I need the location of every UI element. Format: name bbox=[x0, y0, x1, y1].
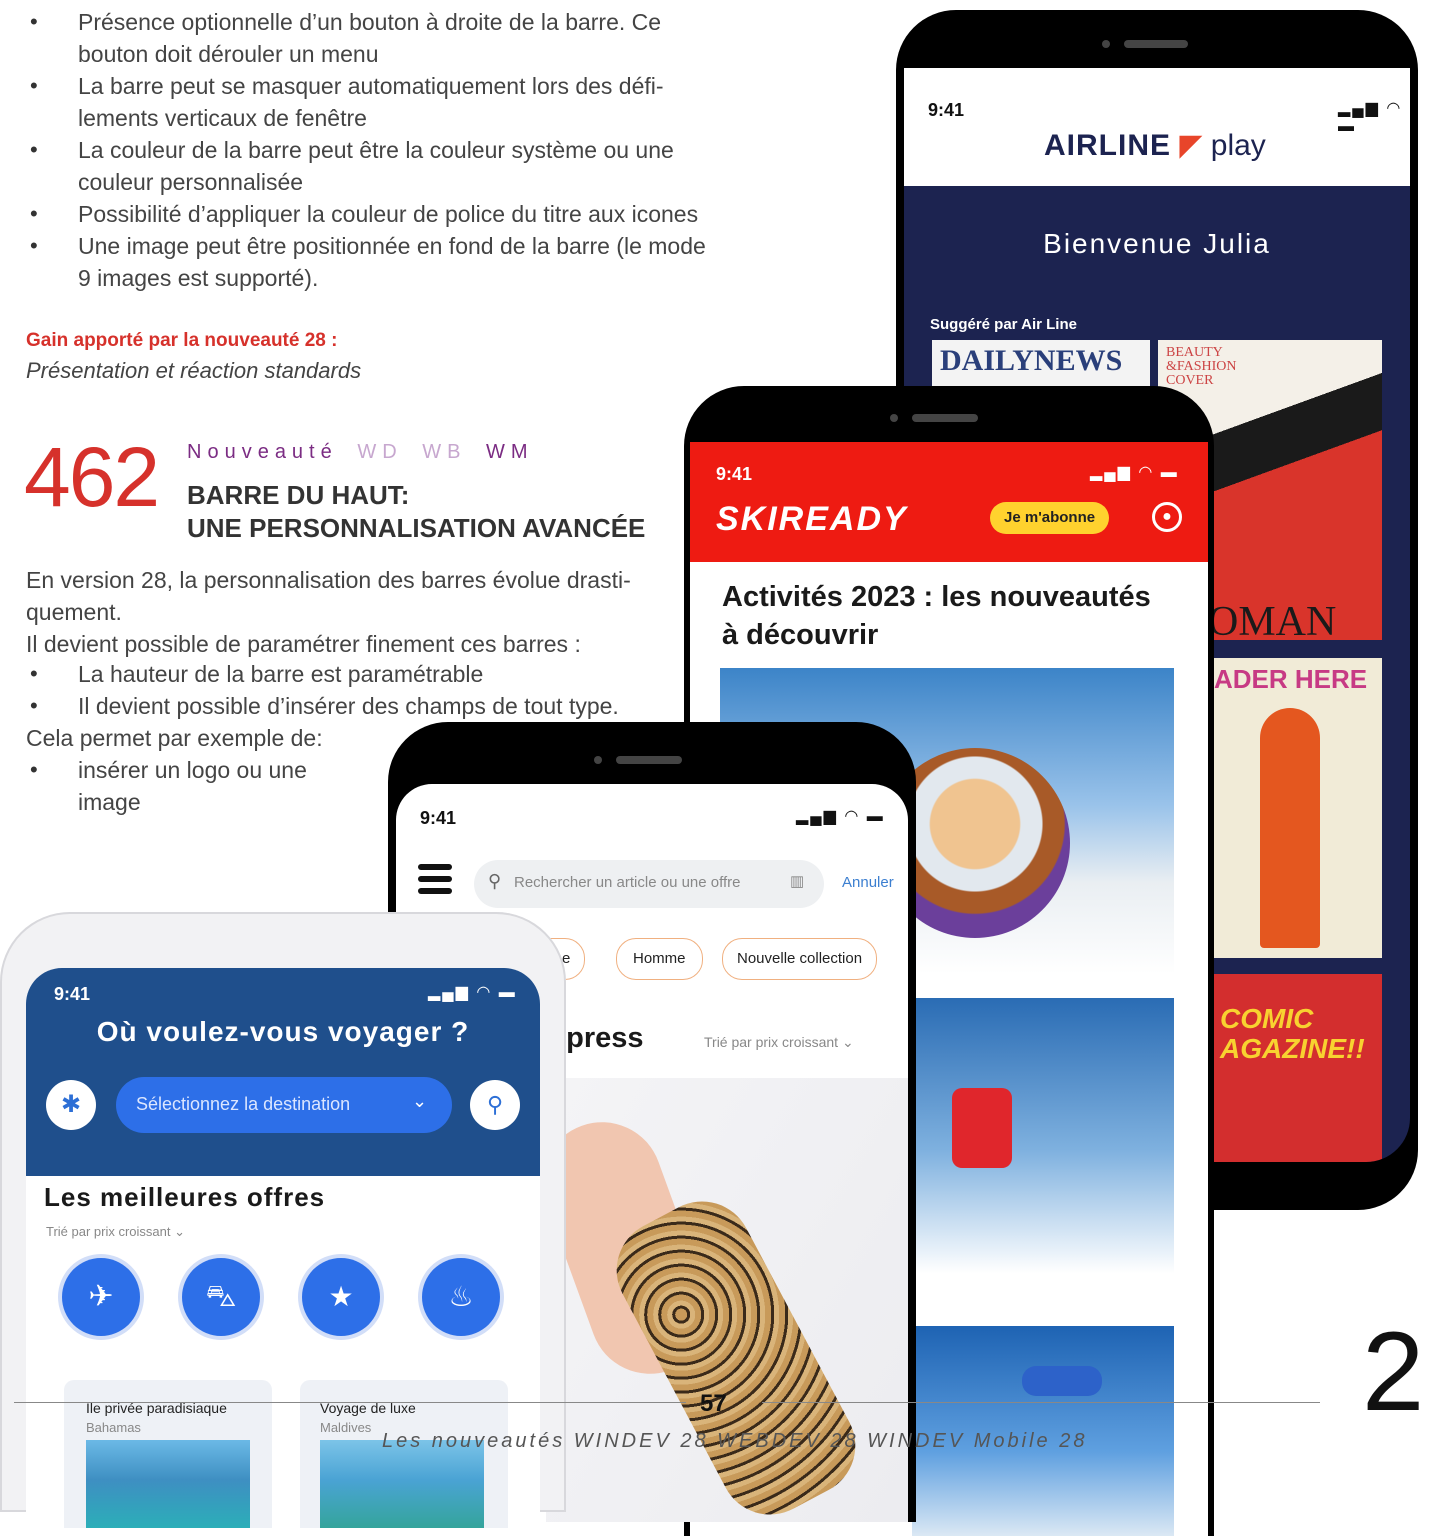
card-photo bbox=[86, 1440, 250, 1528]
mag-daily-title: DAILYNEWS bbox=[940, 344, 1123, 377]
offers-sort[interactable]: Trié par prix croissant ⌄ bbox=[46, 1224, 185, 1240]
chevron-down-icon: ⌄ bbox=[841, 1034, 854, 1050]
bullet-item: Présence optionnelle d’un bouton à droit… bbox=[30, 6, 710, 70]
compass-icon[interactable]: ✱ bbox=[46, 1080, 96, 1130]
last-bullet-list: insérer un logo ou une image bbox=[30, 754, 340, 818]
airline-header: 9:41 ▂▄▆ ◠ ▬ AIRLINE ◤ play bbox=[904, 68, 1410, 186]
footer-rule-left bbox=[14, 1402, 686, 1403]
ski-logo: SKIREADY bbox=[716, 500, 908, 538]
phone-travel: 9:41 ▂▄▆ ◠ ▬ Où voulez-vous voyager ? ✱ … bbox=[0, 912, 566, 1528]
travel-title: Où voulez-vous voyager ? bbox=[96, 1016, 470, 1047]
tag-wm: WM bbox=[485, 441, 534, 463]
mag-comic-title: COMIC AGAZINE!! bbox=[1220, 1003, 1365, 1064]
welcome-text: Bienvenue Julia bbox=[1043, 228, 1271, 259]
section-title-line2: UNE PERSONNALISATION AVANCÉE bbox=[187, 513, 646, 543]
magazine-comic[interactable]: COMIC AGAZINE!! bbox=[1210, 974, 1382, 1162]
search-placeholder: Rechercher un article ou une offre bbox=[514, 874, 741, 891]
search-icon[interactable]: ⚲ bbox=[470, 1080, 520, 1130]
card-subtitle: Maldives bbox=[320, 1420, 372, 1435]
sort-dropdown[interactable]: Trié par prix croissant ⌄ bbox=[704, 1034, 854, 1051]
tag-wd: WD bbox=[357, 441, 403, 463]
cancel-link[interactable]: Annuler bbox=[842, 874, 894, 891]
status-time: 9:41 bbox=[54, 984, 91, 1004]
mag-reader-title: ADER HERE bbox=[1214, 664, 1368, 694]
airline-brand-play: play bbox=[1210, 129, 1266, 162]
product-photo[interactable] bbox=[525, 1078, 908, 1522]
user-icon[interactable]: ● bbox=[1152, 502, 1182, 532]
chevron-down-icon: ⌄ bbox=[174, 1224, 186, 1239]
hotel-category-icon[interactable]: ★ bbox=[302, 1258, 380, 1336]
top-bullet-list: Présence optionnelle d’un bouton à droit… bbox=[30, 6, 710, 294]
mag-fashion-word: OMAN bbox=[1208, 599, 1337, 645]
mag-fashion-title: BEAUTY &FASHION COVER bbox=[1166, 345, 1237, 388]
gain-label: Gain apporté par la nouveauté 28 : bbox=[26, 330, 338, 351]
card-photo bbox=[320, 1440, 484, 1528]
intro-paragraph-2: Il devient possible de paramétrer fineme… bbox=[26, 631, 581, 657]
after-text: Cela permet par exemple de: bbox=[26, 725, 323, 751]
status-icons: ▂▄▆ ◠ ▬ bbox=[796, 808, 885, 825]
arrow-logo-icon: ◤ bbox=[1179, 129, 1203, 162]
bullet-item: La hauteur de la barre est paramétrable bbox=[30, 658, 680, 690]
ski-headline: Activités 2023 : les nouveautés à découv… bbox=[722, 581, 1151, 651]
chevron-down-icon: ⌄ bbox=[412, 1091, 428, 1111]
hamburger-menu-icon[interactable] bbox=[418, 864, 452, 898]
bullet-item: La barre peut se masquer automatiquement… bbox=[30, 70, 710, 134]
status-time: 9:41 bbox=[716, 464, 753, 484]
status-icons: ▂▄▆ ◠ ▬ bbox=[428, 984, 517, 1001]
footer-caption: Les nouveautés WINDEV 28 WEBDEV 28 WINDE… bbox=[382, 1430, 1088, 1452]
bullet-item: Possibilité d’appliquer la couleur de po… bbox=[30, 198, 710, 230]
magazine-reader[interactable]: ADER HERE bbox=[1210, 658, 1382, 958]
page-number: 57 bbox=[700, 1390, 727, 1417]
section-number: 462 bbox=[24, 430, 160, 524]
status-icons: ▂▄▆ ◠ ▬ bbox=[1338, 100, 1403, 135]
offers-title: Les meilleures offres bbox=[44, 1182, 326, 1212]
suggested-label: Suggéré par Air Line bbox=[930, 316, 1077, 333]
food-category-icon[interactable]: ♨ bbox=[422, 1258, 500, 1336]
card-subtitle: Bahamas bbox=[86, 1420, 141, 1435]
ski-photo-2[interactable] bbox=[912, 998, 1174, 1304]
destination-label: Sélectionnez la destination bbox=[136, 1094, 351, 1114]
section-kicker: Nouveauté WD WB WM bbox=[187, 441, 534, 464]
sort-label: Trié par prix croissant bbox=[46, 1224, 171, 1239]
ski-header: 9:41 ▂▄▆ ◠ ▬ SKIREADY Je m'abonne ● bbox=[690, 442, 1208, 562]
status-time: 9:41 bbox=[928, 100, 965, 120]
kicker-label: Nouveauté bbox=[187, 441, 338, 463]
subscribe-button[interactable]: Je m'abonne bbox=[990, 502, 1110, 534]
car-category-icon[interactable]: ⛍ bbox=[182, 1258, 260, 1336]
feature-bullet-list: La hauteur de la barre est paramétrable … bbox=[30, 658, 680, 722]
bullet-item: Une image peut être positionnée en fond … bbox=[30, 230, 710, 294]
sort-label: Trié par prix croissant bbox=[704, 1034, 839, 1050]
bullet-item: insérer un logo ou une image bbox=[30, 754, 340, 818]
search-icon: ⚲ bbox=[488, 871, 502, 891]
footer-rule-right bbox=[762, 1402, 1320, 1403]
chapter-number: 2 bbox=[1362, 1309, 1425, 1434]
destination-select[interactable]: Sélectionnez la destination ⌄ bbox=[116, 1077, 452, 1133]
bullet-item: La couleur de la barre peut être la coul… bbox=[30, 134, 710, 198]
status-time: 9:41 bbox=[420, 808, 457, 828]
status-icons: ▂▄▆ ◠ ▬ bbox=[1090, 464, 1179, 481]
flight-category-icon[interactable]: ✈ bbox=[62, 1258, 140, 1336]
airline-logo: AIRLINE ◤ play bbox=[1044, 128, 1266, 163]
barcode-icon[interactable]: ▥ bbox=[790, 872, 804, 890]
travel-header: 9:41 ▂▄▆ ◠ ▬ Où voulez-vous voyager ? ✱ … bbox=[26, 968, 540, 1176]
airline-brand: AIRLINE bbox=[1044, 129, 1171, 162]
gain-text: Présentation et réaction standards bbox=[26, 358, 362, 383]
search-input[interactable]: ⚲ Rechercher un article ou une offre ▥ bbox=[474, 860, 824, 908]
chip-nouvelle-collection[interactable]: Nouvelle collection bbox=[722, 938, 878, 980]
tag-wb: WB bbox=[422, 441, 467, 463]
bullet-item: Il devient possible d’insérer des champs… bbox=[30, 690, 680, 722]
chip-homme[interactable]: Homme bbox=[616, 938, 703, 980]
section-title-line1: BARRE DU HAUT: bbox=[187, 480, 410, 510]
intro-paragraph: En version 28, la personnalisation des b… bbox=[26, 567, 631, 625]
